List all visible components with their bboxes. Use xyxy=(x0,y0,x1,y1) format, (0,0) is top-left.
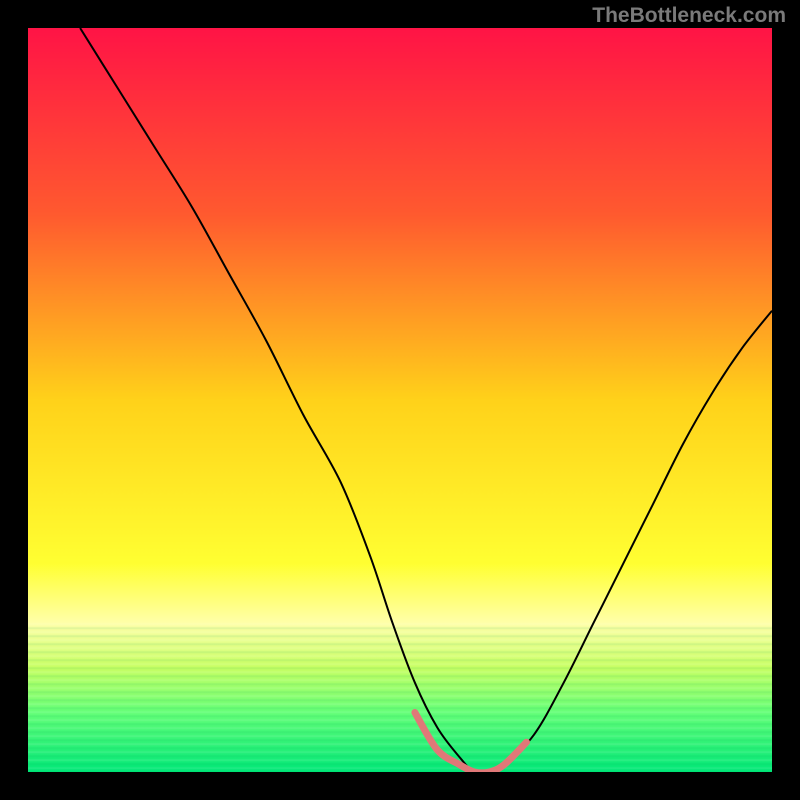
bottleneck-curve xyxy=(80,28,772,772)
watermark-text: TheBottleneck.com xyxy=(592,4,786,28)
optimal-zone-highlight xyxy=(415,713,527,773)
outer-frame: TheBottleneck.com xyxy=(0,0,800,800)
chart-svg xyxy=(28,28,772,772)
